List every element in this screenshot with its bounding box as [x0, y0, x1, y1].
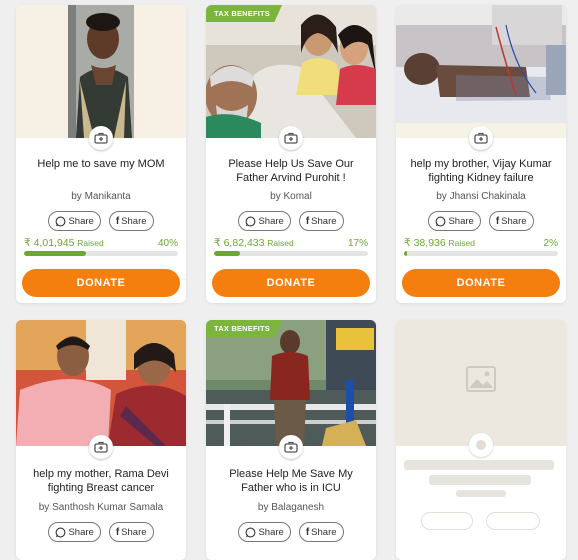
- progress-bar: [24, 251, 178, 256]
- progress-bar: [214, 251, 368, 256]
- campaign-card[interactable]: TAX BENEFITS Please Help Us Save Our Fat…: [206, 5, 376, 303]
- tax-benefits-badge: TAX BENEFITS: [206, 5, 283, 22]
- tax-benefits-badge: TAX BENEFITS: [206, 320, 283, 337]
- facebook-share-button[interactable]: f Share: [108, 522, 154, 542]
- campaign-card[interactable]: help my mother, Rama Devi fighting Breas…: [16, 320, 186, 560]
- whatsapp-share-button[interactable]: Share: [238, 211, 291, 231]
- campaign-author: by Balaganesh: [257, 502, 325, 513]
- campaign-title[interactable]: help my brother, Vijay Kumar fighting Ki…: [404, 157, 558, 185]
- raised-percent: 2%: [543, 238, 558, 249]
- facebook-share-button[interactable]: f Share: [108, 211, 154, 231]
- whatsapp-share-label: Share: [68, 526, 94, 538]
- whatsapp-share-button[interactable]: Share: [48, 522, 101, 542]
- progress-fill: [24, 251, 86, 256]
- facebook-share-button[interactable]: f Share: [298, 522, 344, 542]
- whatsapp-share-button[interactable]: Share: [428, 211, 481, 231]
- medical-kit-icon: [89, 126, 113, 150]
- skeleton-title-line: [429, 475, 531, 485]
- skeleton-icon-circle: [469, 433, 493, 457]
- raised-label: Raised: [267, 238, 294, 248]
- raised-label: Raised: [448, 238, 475, 248]
- whatsapp-icon: [436, 216, 446, 226]
- campaign-author: by Manikanta: [71, 191, 131, 202]
- campaign-card[interactable]: TAX BENEFITS Please Help Me Save My Fath…: [206, 320, 376, 560]
- campaign-author: by Jhansi Chakinala: [436, 191, 526, 202]
- facebook-share-label: Share: [121, 526, 147, 538]
- medical-kit-icon: [279, 126, 303, 150]
- progress-bar: [404, 251, 558, 256]
- whatsapp-share-label: Share: [258, 526, 284, 538]
- image-placeholder: [396, 320, 566, 446]
- facebook-share-label: Share: [311, 526, 337, 538]
- medical-kit-icon: [89, 435, 113, 459]
- campaign-photo[interactable]: [16, 5, 186, 138]
- whatsapp-share-label: Share: [448, 215, 474, 227]
- campaign-photo[interactable]: TAX BENEFITS: [206, 320, 376, 446]
- campaign-title[interactable]: Please Help Me Save My Father who is in …: [214, 467, 368, 495]
- hospital-patient-photo: [396, 5, 566, 123]
- campaign-photo[interactable]: [396, 5, 566, 138]
- facebook-share-label: Share: [121, 215, 147, 227]
- skeleton-author-line: [456, 490, 506, 497]
- family-photo: [206, 5, 376, 138]
- campaign-author: by Komal: [270, 191, 312, 202]
- raised-amount: ₹ 38,936: [404, 237, 446, 249]
- whatsapp-share-label: Share: [258, 215, 284, 227]
- campaign-card[interactable]: Help me to save my MOM by Manikanta Shar…: [16, 5, 186, 303]
- whatsapp-icon: [56, 527, 66, 537]
- campaign-title[interactable]: help my mother, Rama Devi fighting Breas…: [24, 467, 178, 495]
- raised-percent: 40%: [157, 238, 178, 249]
- couple-photo: [16, 320, 186, 446]
- medical-kit-icon: [279, 435, 303, 459]
- whatsapp-icon: [246, 216, 256, 226]
- raised-percent: 17%: [347, 238, 368, 249]
- campaign-photo[interactable]: TAX BENEFITS: [206, 5, 376, 138]
- campaign-photo[interactable]: [16, 320, 186, 446]
- raised-amount: ₹ 4,01,945: [24, 237, 75, 249]
- facebook-share-button[interactable]: f Share: [298, 211, 344, 231]
- whatsapp-icon: [246, 527, 256, 537]
- campaign-card[interactable]: help my brother, Vijay Kumar fighting Ki…: [396, 5, 566, 303]
- donate-button[interactable]: DONATE: [402, 269, 560, 297]
- image-icon: [466, 366, 496, 392]
- whatsapp-share-label: Share: [68, 215, 94, 227]
- woman-photo: [68, 5, 134, 138]
- facebook-icon: f: [305, 526, 310, 538]
- loading-placeholder-card: [396, 320, 566, 560]
- progress-fill: [404, 251, 408, 256]
- man-outdoor-photo: [206, 320, 376, 446]
- raised-amount: ₹ 6,82,433: [214, 237, 265, 249]
- skeleton-share-button: [486, 512, 540, 530]
- donate-button[interactable]: DONATE: [212, 269, 370, 297]
- whatsapp-icon: [56, 216, 66, 226]
- facebook-share-label: Share: [311, 215, 337, 227]
- facebook-icon: f: [115, 526, 120, 538]
- donate-button[interactable]: DONATE: [22, 269, 180, 297]
- campaign-author: by Santhosh Kumar Samala: [38, 502, 164, 513]
- facebook-icon: f: [115, 215, 120, 227]
- campaign-title[interactable]: Help me to save my MOM: [24, 157, 178, 171]
- raised-label: Raised: [77, 238, 104, 248]
- facebook-icon: f: [305, 215, 310, 227]
- facebook-share-label: Share: [501, 215, 527, 227]
- progress-fill: [214, 251, 241, 256]
- whatsapp-share-button[interactable]: Share: [238, 522, 291, 542]
- facebook-icon: f: [495, 215, 500, 227]
- skeleton-share-button: [421, 512, 473, 530]
- whatsapp-share-button[interactable]: Share: [48, 211, 101, 231]
- facebook-share-button[interactable]: f Share: [488, 211, 534, 231]
- medical-kit-icon: [469, 126, 493, 150]
- skeleton-title-line: [404, 460, 554, 470]
- campaign-title[interactable]: Please Help Us Save Our Father Arvind Pu…: [214, 157, 368, 185]
